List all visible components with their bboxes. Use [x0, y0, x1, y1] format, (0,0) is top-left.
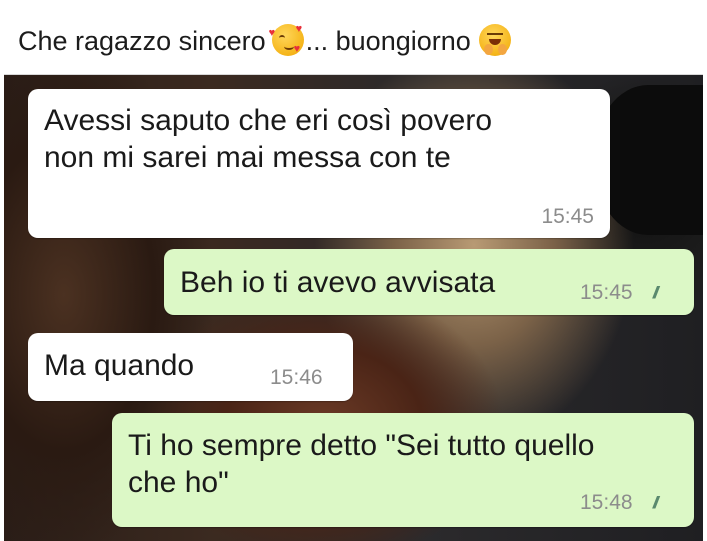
post-caption: Che ragazzo sincero ♥ ♥ ♥... buongiorno — [0, 0, 707, 74]
message-timestamp: 15:45 — [580, 281, 633, 304]
hugging-face-icon — [478, 24, 511, 56]
message-bubble-incoming: Avessi saputo che eri così povero non mi… — [28, 89, 610, 238]
message-bubble-outgoing: Beh io ti avevo avvisata 15:45 // — [164, 249, 694, 315]
message-bubble-outgoing: Ti ho sempre detto "Sei tutto quello che… — [112, 413, 694, 527]
message-text: Avessi saputo che eri così povero non mi… — [44, 104, 493, 174]
message-text: Ma quando — [44, 349, 195, 382]
message-text: Ti ho sempre detto "Sei tutto quello che… — [128, 429, 595, 499]
smiling-face-with-hearts-icon: ♥ ♥ ♥ — [268, 23, 304, 56]
chat-screenshot: Avessi saputo che eri così povero non mi… — [4, 74, 703, 541]
caption-text-after: ... buongiorno — [305, 26, 471, 56]
caption-text: Che ragazzo sincero ♥ ♥ ♥... buongiorno — [18, 24, 511, 57]
message-timestamp: 15:46 — [270, 366, 323, 389]
message-bubble-incoming: Ma quando 15:46 — [28, 333, 353, 401]
message-text: Beh io ti avevo avvisata — [180, 266, 496, 299]
message-timestamp: 15:45 — [541, 205, 594, 228]
caption-text-before: Che ragazzo sincero — [18, 26, 266, 56]
message-timestamp: 15:48 — [580, 491, 633, 514]
